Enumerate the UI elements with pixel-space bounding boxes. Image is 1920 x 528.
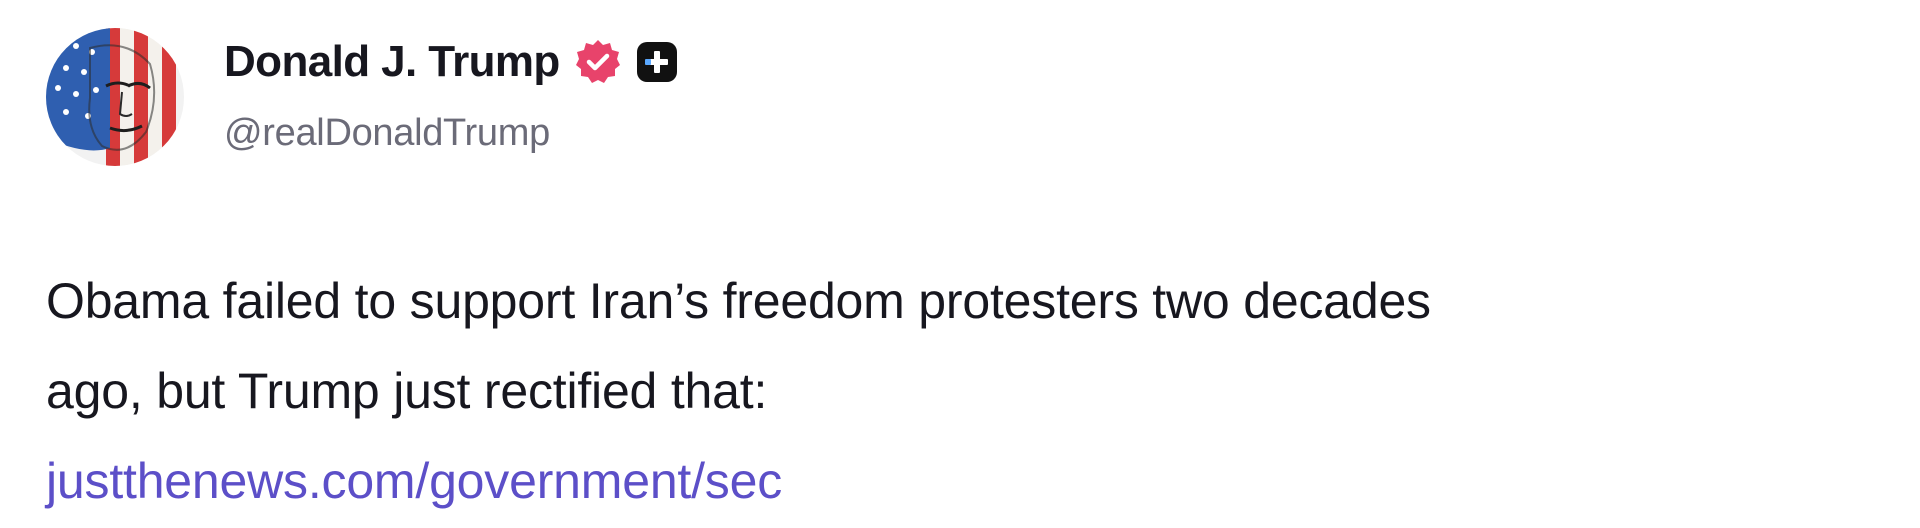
verified-badge-icon	[574, 38, 622, 86]
post-link[interactable]: justthenews.com/government/sec	[46, 453, 782, 509]
avatar-image	[46, 28, 184, 166]
author-block: Donald J. Trump @realDonaldTrump	[224, 34, 678, 155]
author-display-name[interactable]: Donald J. Trump	[224, 37, 560, 87]
author-name-row: Donald J. Trump	[224, 34, 678, 90]
post-text-line-2: ago, but Trump just rectified that:	[46, 363, 768, 419]
post-text-line-1: Obama failed to support Iran’s freedom p…	[46, 273, 1431, 329]
post-card: Donald J. Trump @realDonaldTrump Obama f…	[0, 0, 1920, 528]
avatar[interactable]	[46, 28, 184, 166]
post-body: Obama failed to support Iran’s freedom p…	[46, 256, 1886, 526]
author-handle[interactable]: @realDonaldTrump	[224, 112, 678, 155]
plus-badge-icon	[636, 41, 678, 83]
